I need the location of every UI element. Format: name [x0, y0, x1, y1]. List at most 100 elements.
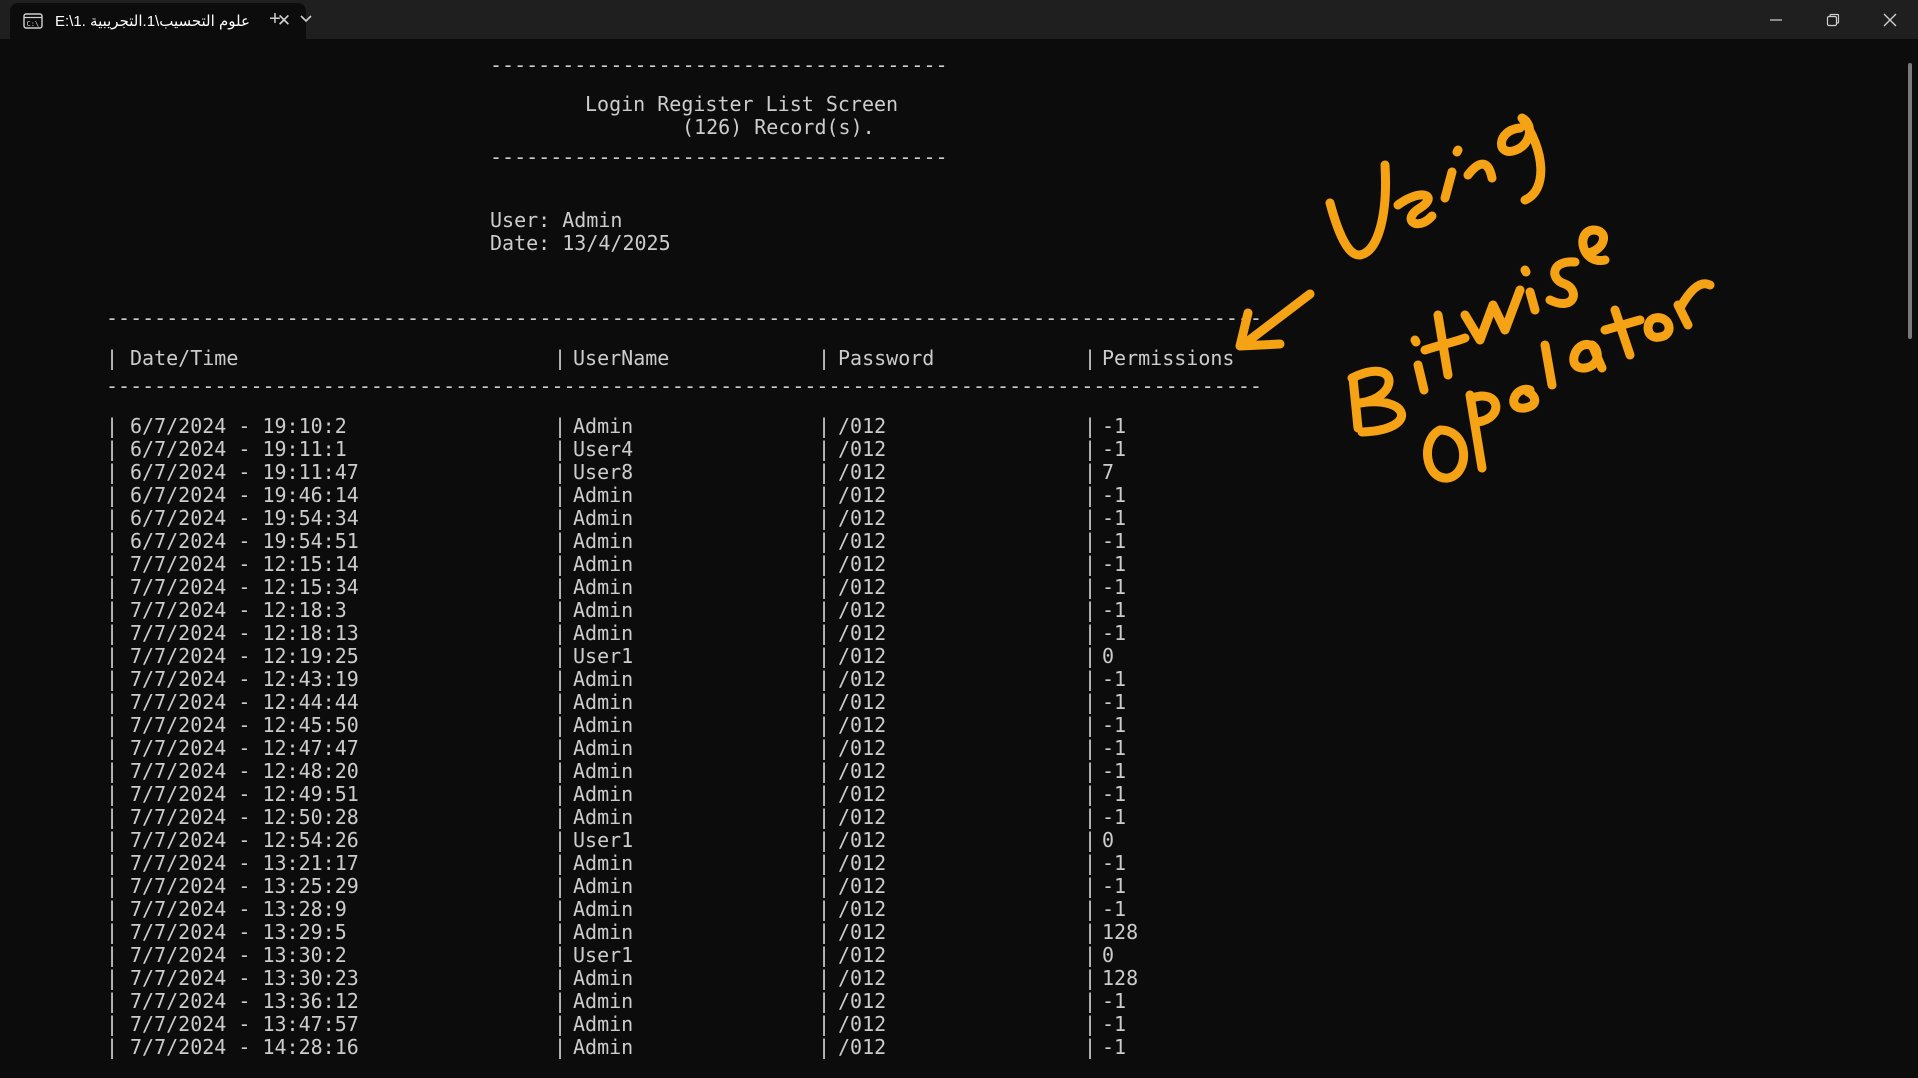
- cell-username: Admin: [573, 598, 634, 622]
- cell-permissions: -1: [1102, 989, 1127, 1013]
- column-separator: |: [106, 828, 119, 852]
- column-separator: |: [1084, 414, 1097, 438]
- cell-datetime: 7/7/2024 - 12:48:20: [130, 759, 359, 783]
- cell-username: Admin: [573, 690, 634, 714]
- column-separator: |: [818, 667, 831, 691]
- column-separator: |: [1084, 713, 1097, 737]
- cell-datetime: 7/7/2024 - 13:36:12: [130, 989, 359, 1013]
- column-separator: |: [554, 851, 567, 875]
- cell-username: User1: [573, 644, 634, 668]
- column-separator: |: [1084, 759, 1097, 783]
- column-separator: |: [818, 759, 831, 783]
- current-user: User: Admin: [490, 208, 623, 232]
- column-separator: |: [818, 828, 831, 852]
- cell-permissions: 7: [1102, 460, 1115, 484]
- column-separator: |: [554, 575, 567, 599]
- cell-permissions: -1: [1102, 598, 1127, 622]
- cell-datetime: 7/7/2024 - 13:30:2: [130, 943, 347, 967]
- column-separator: |: [554, 644, 567, 668]
- cell-datetime: 7/7/2024 - 13:25:29: [130, 874, 359, 898]
- restore-icon: [1826, 13, 1839, 26]
- cell-password: /012: [838, 782, 887, 806]
- cell-password: /012: [838, 644, 887, 668]
- cell-datetime: 7/7/2024 - 13:30:23: [130, 966, 359, 990]
- cell-password: /012: [838, 828, 887, 852]
- cell-permissions: -1: [1102, 483, 1127, 507]
- column-separator: |: [106, 874, 119, 898]
- cell-password: /012: [838, 920, 887, 944]
- cell-password: /012: [838, 966, 887, 990]
- column-separator: |: [554, 690, 567, 714]
- cell-permissions: -1: [1102, 621, 1127, 645]
- cell-password: /012: [838, 759, 887, 783]
- column-separator: |: [106, 1035, 119, 1059]
- column-separator: |: [106, 529, 119, 553]
- cell-permissions: -1: [1102, 736, 1127, 760]
- cell-datetime: 6/7/2024 - 19:54:34: [130, 506, 359, 530]
- new-tab-button[interactable]: +: [259, 6, 291, 32]
- console-output[interactable]: -------------------------------------- L…: [0, 39, 1900, 1078]
- cell-password: /012: [838, 851, 887, 875]
- cell-username: Admin: [573, 621, 634, 645]
- column-separator: |: [106, 759, 119, 783]
- cell-password: /012: [838, 506, 887, 530]
- vertical-scrollbar[interactable]: [1900, 39, 1918, 1078]
- column-separator: |: [1084, 460, 1097, 484]
- cell-username: Admin: [573, 529, 634, 553]
- cell-password: /012: [838, 690, 887, 714]
- cell-username: User1: [573, 943, 634, 967]
- scrollbar-thumb[interactable]: [1908, 63, 1912, 339]
- column-separator: |: [554, 736, 567, 760]
- column-separator: |: [1084, 506, 1097, 530]
- cell-datetime: 7/7/2024 - 13:21:17: [130, 851, 359, 875]
- cell-permissions: -1: [1102, 414, 1127, 438]
- column-separator: |: [818, 529, 831, 553]
- cell-username: User1: [573, 828, 634, 852]
- cell-password: /012: [838, 414, 887, 438]
- minimize-icon: [1769, 18, 1782, 21]
- column-separator: |: [1084, 828, 1097, 852]
- cell-datetime: 7/7/2024 - 12:18:13: [130, 621, 359, 645]
- column-separator: |: [106, 598, 119, 622]
- column-separator: |: [1084, 483, 1097, 507]
- cell-datetime: 7/7/2024 - 12:15:14: [130, 552, 359, 576]
- cell-datetime: 7/7/2024 - 13:29:5: [130, 920, 347, 944]
- column-separator: |: [1084, 736, 1097, 760]
- cell-username: Admin: [573, 874, 634, 898]
- cell-password: /012: [838, 989, 887, 1013]
- cell-permissions: 0: [1102, 943, 1115, 967]
- cell-datetime: 6/7/2024 - 19:11:47: [130, 460, 359, 484]
- column-separator: |: [106, 943, 119, 967]
- column-separator: |: [1084, 989, 1097, 1013]
- column-separator: |: [818, 736, 831, 760]
- column-separator: |: [554, 529, 567, 553]
- cell-username: Admin: [573, 506, 634, 530]
- cell-password: /012: [838, 529, 887, 553]
- cell-username: Admin: [573, 966, 634, 990]
- tab-dropdown-button[interactable]: [290, 6, 322, 32]
- column-separator: |: [554, 483, 567, 507]
- cell-permissions: -1: [1102, 897, 1127, 921]
- cell-permissions: -1: [1102, 782, 1127, 806]
- column-separator: |: [106, 690, 119, 714]
- column-header-permissions: Permissions: [1102, 346, 1235, 370]
- restore-button[interactable]: [1804, 0, 1861, 39]
- column-separator: |: [554, 920, 567, 944]
- column-separator: |: [1084, 437, 1097, 461]
- close-button[interactable]: [1861, 0, 1918, 39]
- column-separator: |: [106, 736, 119, 760]
- cell-password: /012: [838, 1012, 887, 1036]
- cell-datetime: 6/7/2024 - 19:11:1: [130, 437, 347, 461]
- column-separator: |: [1084, 621, 1097, 645]
- header-rule-bottom: --------------------------------------: [490, 145, 948, 169]
- column-separator: |: [106, 414, 119, 438]
- cell-password: /012: [838, 897, 887, 921]
- cell-datetime: 6/7/2024 - 19:54:51: [130, 529, 359, 553]
- column-separator: |: [818, 506, 831, 530]
- cell-permissions: 0: [1102, 828, 1115, 852]
- title-bar: C:\ E:\1. علوم التحسيب\1.التجريبية ✕ +: [0, 0, 1918, 39]
- column-separator: |: [818, 552, 831, 576]
- column-separator: |: [1084, 897, 1097, 921]
- column-separator: |: [818, 966, 831, 990]
- minimize-button[interactable]: [1747, 0, 1804, 39]
